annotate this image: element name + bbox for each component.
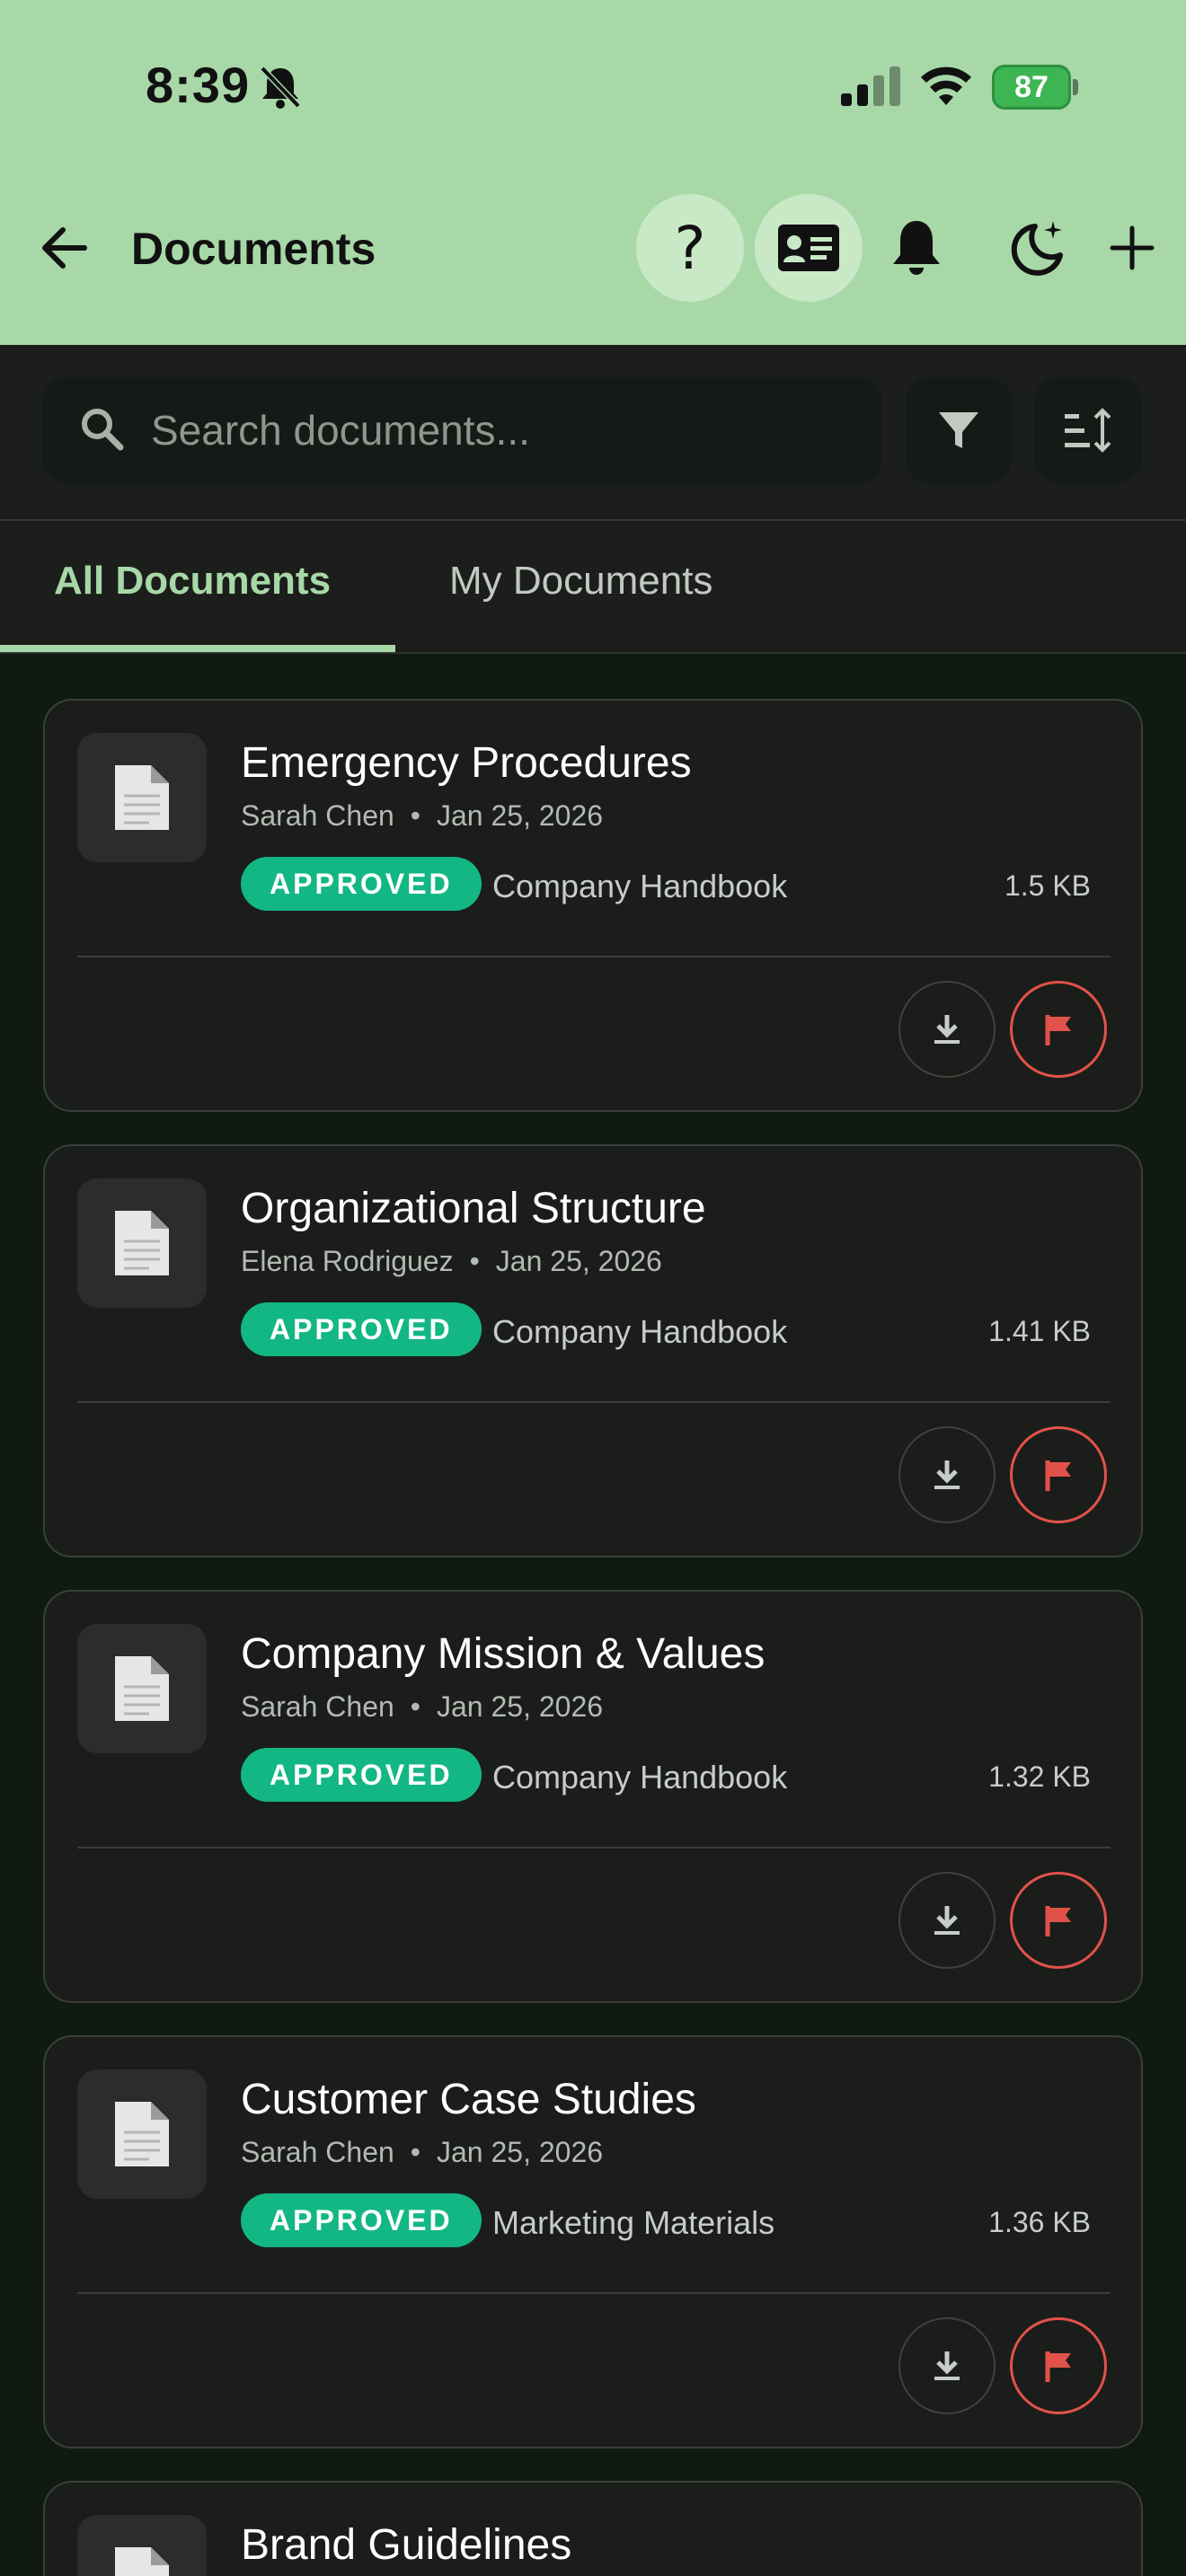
- document-meta: Sarah Chen • Jan 25, 2026: [241, 1690, 604, 1723]
- moon-stars-icon: [1011, 221, 1063, 276]
- document-category: Company Handbook: [492, 1313, 788, 1350]
- card-divider: [77, 1847, 1111, 1848]
- arrow-left-icon: [42, 227, 87, 269]
- flag-button[interactable]: [1010, 981, 1107, 1078]
- add-document-button[interactable]: [1096, 212, 1168, 284]
- document-meta: Elena Rodriguez • Jan 25, 2026: [241, 1245, 662, 1277]
- document-size: 1.5 KB: [1004, 869, 1091, 902]
- bell-off-icon: [260, 66, 301, 109]
- notifications-button[interactable]: [881, 212, 952, 284]
- flag-icon: [1045, 1460, 1071, 1491]
- filter-icon: [939, 412, 978, 448]
- page-title: Documents: [131, 224, 376, 274]
- search-icon: [82, 409, 124, 451]
- help-icon: ?: [674, 213, 706, 283]
- document-thumbnail: [77, 733, 207, 862]
- document-date: Jan 25, 2026: [436, 2136, 604, 2168]
- wifi-icon: [921, 66, 971, 105]
- app-header: 8:39 87 Documents ?: [0, 0, 1186, 345]
- download-icon: [934, 1460, 960, 1489]
- download-icon: [934, 1906, 960, 1935]
- status-badge: APPROVED: [241, 1302, 482, 1356]
- document-thumbnail: [77, 2515, 207, 2576]
- active-tab-indicator: [0, 645, 395, 652]
- document-date: Jan 25, 2026: [436, 799, 604, 832]
- theme-toggle-button[interactable]: [1003, 212, 1075, 284]
- document-category: Company Handbook: [492, 1759, 788, 1795]
- search-input[interactable]: [151, 402, 852, 458]
- flag-button[interactable]: [1010, 1872, 1107, 1969]
- document-card[interactable]: Customer Case Studies Sarah Chen • Jan 25,…: [43, 2035, 1143, 2448]
- download-icon: [934, 1015, 960, 1044]
- document-category: Company Handbook: [492, 868, 788, 904]
- download-button[interactable]: [898, 1872, 996, 1969]
- tab-my-documents[interactable]: My Documents: [449, 559, 712, 604]
- document-author: Sarah Chen: [241, 1690, 394, 1723]
- signal-icon: [841, 66, 900, 106]
- document-meta: Sarah Chen • Jan 25, 2026: [241, 799, 604, 832]
- document-card[interactable]: Company Mission & Values Sarah Chen • Jan …: [43, 1590, 1143, 2003]
- tab-bar: All Documents My Documents: [0, 519, 1186, 654]
- document-author: Sarah Chen: [241, 2136, 394, 2168]
- battery-icon: 87: [992, 65, 1078, 110]
- bell-icon: [893, 221, 940, 275]
- sort-button[interactable]: [1035, 377, 1141, 483]
- flag-icon: [1045, 2351, 1071, 2382]
- help-button[interactable]: ?: [636, 194, 744, 302]
- document-card[interactable]: Brand Guidelines: [43, 2481, 1143, 2576]
- document-meta: Sarah Chen • Jan 25, 2026: [241, 2136, 604, 2168]
- document-title: Customer Case Studies: [241, 2076, 696, 2123]
- document-card[interactable]: Organizational Structure Elena Rodriguez…: [43, 1144, 1143, 1557]
- battery-level: 87: [992, 65, 1071, 110]
- flag-icon: [1045, 1015, 1071, 1045]
- document-icon: [115, 1656, 169, 1721]
- download-button[interactable]: [898, 1426, 996, 1523]
- document-size: 1.32 KB: [988, 1760, 1091, 1793]
- filter-button[interactable]: [906, 377, 1012, 483]
- document-icon: [115, 765, 169, 830]
- download-button[interactable]: [898, 2317, 996, 2414]
- back-button[interactable]: [36, 219, 93, 277]
- document-icon: [115, 2102, 169, 2166]
- document-author: Sarah Chen: [241, 799, 394, 832]
- flag-button[interactable]: [1010, 2317, 1107, 2414]
- document-size: 1.41 KB: [988, 1315, 1091, 1347]
- status-badge: APPROVED: [241, 1748, 482, 1802]
- document-thumbnail: [77, 1178, 207, 1308]
- document-card[interactable]: Emergency Procedures Sarah Chen • Jan 25, …: [43, 699, 1143, 1112]
- document-size: 1.36 KB: [988, 2206, 1091, 2238]
- status-badge: APPROVED: [241, 2193, 482, 2247]
- document-thumbnail: [77, 1624, 207, 1753]
- document-date: Jan 25, 2026: [436, 1690, 604, 1723]
- document-icon: [115, 1211, 169, 1275]
- card-divider: [77, 956, 1111, 957]
- card-divider: [77, 1401, 1111, 1403]
- plus-icon: [1110, 225, 1155, 270]
- card-divider: [77, 2292, 1111, 2294]
- document-thumbnail: [77, 2069, 207, 2199]
- document-title: Company Mission & Values: [241, 1630, 766, 1678]
- document-title: Emergency Procedures: [241, 739, 692, 787]
- id-card-button[interactable]: [755, 194, 863, 302]
- flag-button[interactable]: [1010, 1426, 1107, 1523]
- download-button[interactable]: [898, 981, 996, 1078]
- document-title: Organizational Structure: [241, 1185, 706, 1232]
- document-category: Marketing Materials: [492, 2204, 775, 2241]
- flag-icon: [1045, 1906, 1071, 1936]
- tab-all-documents[interactable]: All Documents: [54, 559, 331, 604]
- document-icon: [115, 2547, 169, 2576]
- document-date: Jan 25, 2026: [495, 1245, 662, 1277]
- download-icon: [934, 2351, 960, 2380]
- status-time: 8:39: [146, 57, 251, 113]
- document-title: Brand Guidelines: [241, 2521, 572, 2569]
- status-badge: APPROVED: [241, 857, 482, 911]
- id-card-icon: [778, 225, 839, 271]
- sort-icon: [1065, 408, 1111, 453]
- document-author: Elena Rodriguez: [241, 1245, 454, 1277]
